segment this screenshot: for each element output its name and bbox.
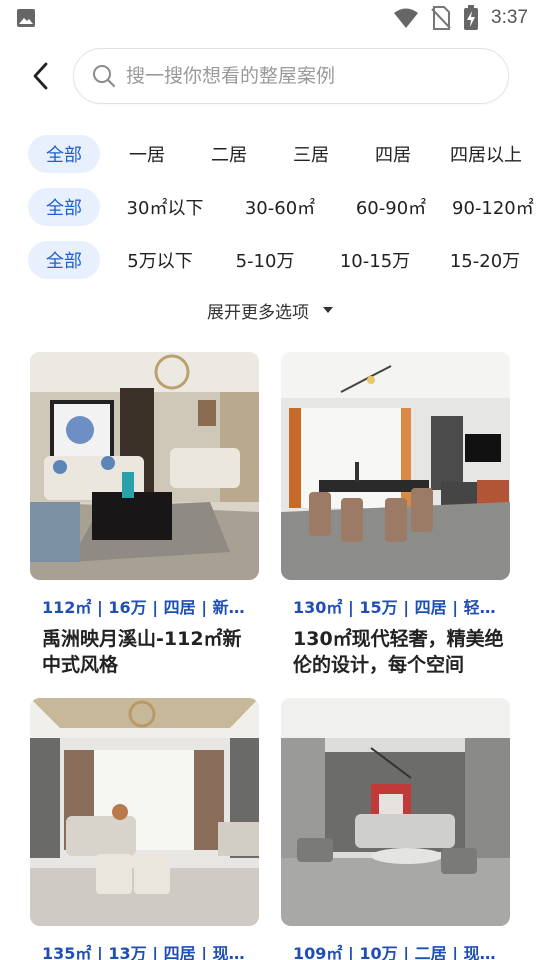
no-sim-icon xyxy=(431,6,451,30)
case-title: 130㎡现代轻奢，精美绝伦的设计，每个空间 xyxy=(293,628,504,676)
chip-area-under-30[interactable]: 30㎡以下 xyxy=(100,188,230,226)
case-photo xyxy=(30,698,259,926)
case-meta: 112㎡ | 16万 | 四居 | 新中式 xyxy=(42,598,247,617)
chip-layout-4[interactable]: 四居 xyxy=(358,135,428,173)
chip-budget-under-5[interactable]: 5万以下 xyxy=(100,241,220,279)
chevron-left-icon xyxy=(33,62,48,90)
battery-charging-icon xyxy=(464,5,479,30)
chip-layout-3[interactable]: 三居 xyxy=(264,135,358,173)
search-input[interactable] xyxy=(126,65,486,87)
status-bar: 3:37 xyxy=(0,0,540,36)
expand-label: 展开更多选项 xyxy=(207,302,309,323)
chip-budget-all[interactable]: 全部 xyxy=(28,241,100,279)
filter-row-layout: 全部 一居 二居 三居 四居 四居以上 xyxy=(28,135,540,173)
wifi-icon xyxy=(394,8,419,28)
case-meta: 109㎡ | 10万 | 二居 | 现代简约 xyxy=(293,944,498,960)
filter-row-area: 全部 30㎡以下 30-60㎡ 60-90㎡ 90-120㎡ xyxy=(28,188,540,226)
caret-down-icon xyxy=(323,307,333,313)
chip-layout-4-plus[interactable]: 四居以上 xyxy=(428,135,540,173)
case-meta: 135㎡ | 13万 | 四居 | 现代简约 xyxy=(42,944,247,960)
chip-area-all[interactable]: 全部 xyxy=(28,188,100,226)
case-title: 禹洲映月溪山-112㎡新中式风格 xyxy=(42,628,242,676)
chip-layout-1[interactable]: 一居 xyxy=(100,135,194,173)
case-photo xyxy=(281,352,510,580)
case-card-4[interactable]: 109㎡ | 10万 | 二居 | 现代简约 xyxy=(281,698,510,960)
image-icon xyxy=(17,9,35,27)
search-icon xyxy=(93,65,115,87)
case-photo xyxy=(281,698,510,926)
case-photo xyxy=(30,352,259,580)
chip-budget-5-10[interactable]: 5-10万 xyxy=(220,241,310,279)
top-bar xyxy=(0,44,540,108)
clock: 3:37 xyxy=(491,7,528,28)
chip-area-90-120[interactable]: 90-120㎡ xyxy=(452,188,540,226)
chip-area-30-60[interactable]: 30-60㎡ xyxy=(230,188,330,226)
case-card-3[interactable]: 135㎡ | 13万 | 四居 | 现代简约 xyxy=(30,698,259,960)
case-meta: 130㎡ | 15万 | 四居 | 轻奢风 xyxy=(293,598,498,617)
search-box[interactable] xyxy=(73,48,509,104)
expand-more-options[interactable]: 展开更多选项 xyxy=(0,296,540,324)
filter-row-budget: 全部 5万以下 5-10万 10-15万 15-20万 xyxy=(28,241,530,279)
chip-layout-2[interactable]: 二居 xyxy=(194,135,264,173)
chip-layout-all[interactable]: 全部 xyxy=(28,135,100,173)
chip-budget-10-15[interactable]: 10-15万 xyxy=(310,241,440,279)
case-card-2[interactable]: 130㎡ | 15万 | 四居 | 轻奢风 130㎡现代轻奢，精美绝伦的设计，每… xyxy=(281,352,510,678)
back-button[interactable] xyxy=(24,58,56,94)
chip-budget-15-20[interactable]: 15-20万 xyxy=(440,241,530,279)
case-card-1[interactable]: 112㎡ | 16万 | 四居 | 新中式 禹洲映月溪山-112㎡新中式风格 xyxy=(30,352,259,678)
chip-area-60-90[interactable]: 60-90㎡ xyxy=(330,188,452,226)
